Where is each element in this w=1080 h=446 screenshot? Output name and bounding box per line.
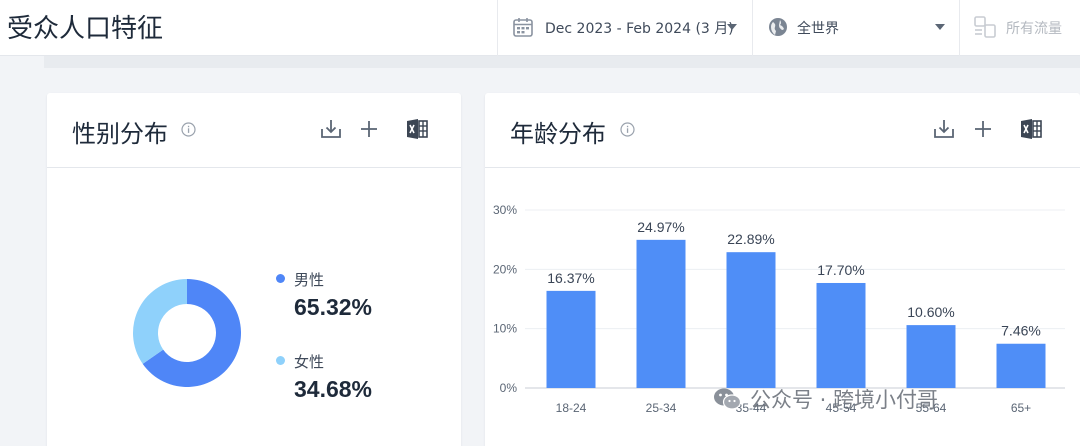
bar-55-64[interactable] (906, 325, 956, 388)
chevron-down-icon (727, 24, 737, 30)
bar-value-label: 17.70% (817, 262, 864, 278)
legend-value-male: 65.32% (294, 294, 373, 320)
bar-18-24[interactable] (546, 290, 596, 388)
chevron-down-icon (935, 24, 945, 30)
legend-value-female: 34.68% (294, 376, 373, 402)
legend-dot-male (276, 274, 285, 283)
watermark: 公众号 · 跨境小付哥 (712, 384, 938, 414)
bar-35-44[interactable] (726, 252, 776, 388)
region-label: 全世界 (797, 21, 839, 37)
y-tick-label: 30% (493, 203, 517, 217)
calendar-icon (513, 18, 533, 37)
traffic-selector[interactable]: 所有流量 (959, 0, 1080, 56)
bar-value-label: 10.60% (907, 304, 954, 320)
x-tick-label: 25-34 (646, 401, 677, 415)
bar-value-label: 7.46% (1001, 323, 1041, 339)
x-tick-label: 65+ (1011, 401, 1031, 415)
gender-donut-chart (132, 279, 241, 387)
filter-strip (44, 56, 1080, 68)
bar-value-label: 24.97% (637, 219, 684, 235)
page-title: 受众人口特征 (7, 14, 164, 44)
traffic-icon (974, 16, 996, 38)
bar-65+[interactable] (996, 343, 1046, 388)
bar-25-34[interactable] (636, 239, 686, 388)
y-tick-label: 0% (500, 381, 518, 395)
y-tick-label: 10% (493, 322, 517, 336)
globe-icon (769, 18, 787, 36)
traffic-label: 所有流量 (1006, 21, 1062, 37)
x-tick-label: 18-24 (556, 401, 587, 415)
legend-dot-female (276, 356, 285, 365)
watermark-text: 公众号 · 跨境小付哥 (750, 388, 939, 412)
y-tick-label: 20% (493, 262, 517, 276)
legend-label-male: 男性 (294, 271, 325, 289)
donut-slice-female[interactable] (132, 279, 187, 364)
gender-distribution-card: 性别分布 男性 65.32% 女性 34.68% (47, 93, 461, 446)
date-range-picker[interactable]: Dec 2023 - Feb 2024 (3 月) (497, 0, 752, 56)
bar-45-54[interactable] (816, 282, 866, 388)
legend-label-female: 女性 (294, 353, 325, 371)
bar-value-label: 22.89% (727, 231, 774, 247)
date-range-label: Dec 2023 - Feb 2024 (3 月) (545, 21, 734, 37)
bar-value-label: 16.37% (547, 270, 594, 286)
top-bar: 受众人口特征 Dec 2023 - Feb 2024 (3 月) 全世界 所有流… (0, 0, 1080, 56)
wechat-icon (714, 388, 742, 410)
region-selector[interactable]: 全世界 (752, 0, 959, 56)
